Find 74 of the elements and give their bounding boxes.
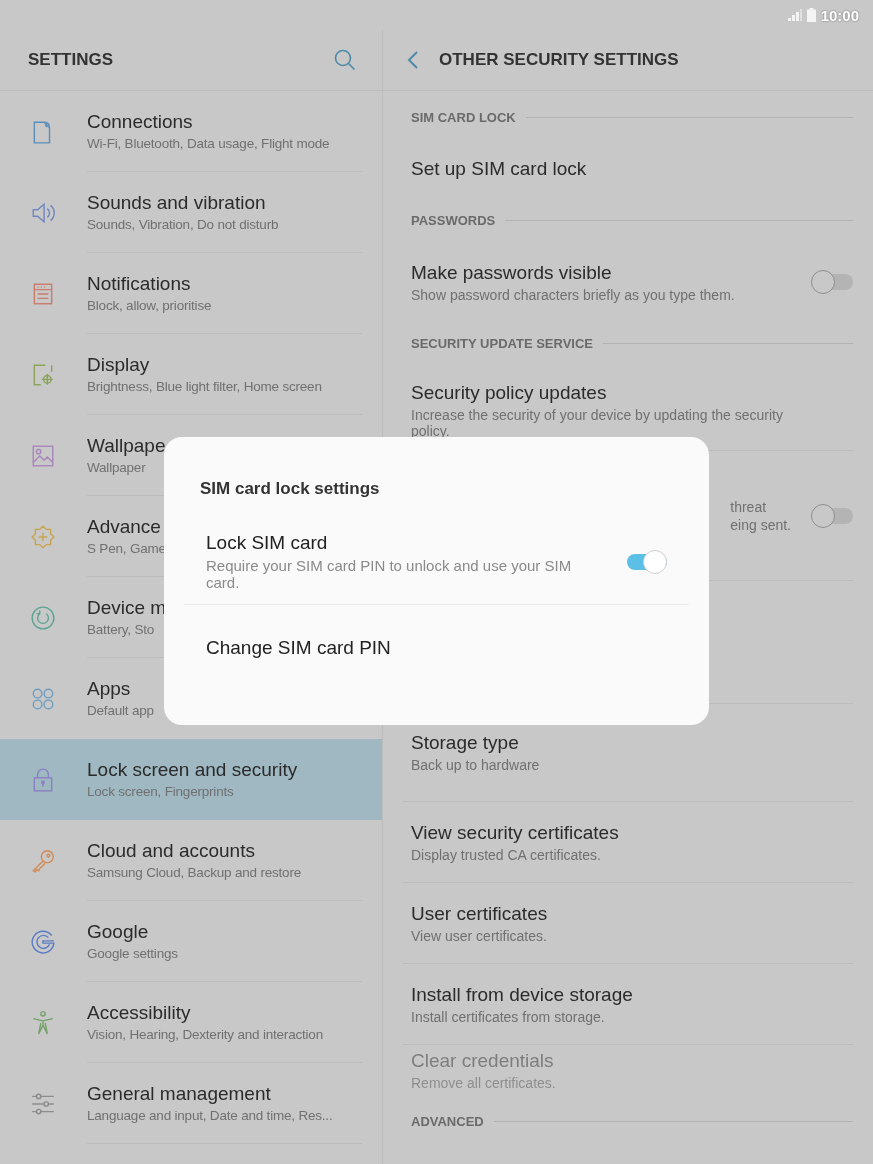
settings-menu-item[interactable]: Google Google settings (0, 901, 382, 982)
gear-icon (30, 523, 56, 550)
section-header: PASSWORDS (411, 213, 496, 228)
item-description: Block, allow, prioritise (87, 298, 212, 313)
item-description: Vision, Hearing, Dexterity and interaction (87, 1027, 323, 1042)
search-icon[interactable] (334, 49, 356, 71)
section-header: ADVANCED (411, 1114, 484, 1129)
item-title: Advance (87, 516, 161, 538)
item-title: Accessibility (87, 1002, 191, 1024)
accessibility-icon (30, 1009, 56, 1036)
setting-description: Increase the security of your device by updating the security policy. (411, 406, 784, 439)
setting-description: eing sent. (730, 516, 791, 533)
item-title: Google (87, 921, 149, 943)
g-letter-icon (30, 928, 56, 955)
item-description: Sounds, Vibration, Do not disturb (87, 217, 279, 232)
item-title: Sounds and vibration (87, 192, 266, 214)
key-icon (30, 847, 56, 874)
settings-menu-item[interactable]: General management Language and input, Date and time, Res... (0, 1063, 382, 1144)
setting-title[interactable]: User certificates (411, 902, 548, 925)
setting-description: View user certificates. (411, 927, 547, 944)
option-title[interactable]: Lock SIM card (206, 532, 328, 554)
item-title: Notifications (87, 273, 191, 295)
back-icon[interactable] (407, 50, 419, 70)
item-description: Google settings (87, 946, 178, 961)
panel-title: OTHER SECURITY SETTINGS (439, 50, 679, 70)
setting-description: Install certificates from storage. (411, 1008, 605, 1025)
section-header: SECURITY UPDATE SERVICE (411, 336, 594, 351)
battery-icon (806, 8, 816, 22)
item-description: Language and input, Date and time, Res... (87, 1108, 333, 1123)
setting-description: Show password characters briefly as you type them. (411, 286, 735, 303)
toggle-switch[interactable] (811, 503, 853, 528)
setting-description: Display trusted CA certificates. (411, 846, 601, 863)
setting-title[interactable]: Install from device storage (411, 983, 633, 1006)
item-description: Default app (87, 703, 154, 718)
option-title[interactable]: Change SIM card PIN (206, 637, 391, 659)
toggle-switch[interactable] (811, 270, 853, 294)
panel-title: SETTINGS (28, 50, 113, 70)
item-title: General management (87, 1083, 271, 1105)
setting-title[interactable]: View security certificates (411, 821, 619, 844)
item-title: Wallpape (87, 435, 166, 457)
item-description: Lock screen, Fingerprints (87, 784, 234, 799)
settings-menu-item[interactable]: Apps Default app (0, 658, 382, 739)
setting-description: Back up to hardware (411, 757, 540, 773)
item-title: Cloud and accounts (87, 840, 255, 862)
setting-title[interactable]: Set up SIM card lock (411, 158, 587, 180)
item-description: S Pen, Game (87, 541, 166, 556)
item-description: Wallpaper (87, 460, 146, 475)
dialog-title: SIM card lock settings (199, 479, 381, 499)
setting-description: threat (730, 498, 767, 515)
section-header: SIM CARD LOCK (411, 110, 516, 125)
setting-description: Remove all certificates. (411, 1074, 556, 1091)
setting-title[interactable]: Make passwords visible (411, 261, 612, 284)
item-title: Connections (87, 111, 193, 133)
item-description: Battery, Sto (87, 622, 155, 637)
settings-menu-item[interactable]: Display Brightness, Blue light filter, Home screen (0, 334, 382, 415)
item-title: Lock screen and security (87, 759, 298, 781)
settings-menu-item[interactable]: Cloud and accounts Samsung Cloud, Backup and restore (0, 820, 382, 901)
setting-title[interactable]: Storage type (411, 732, 519, 754)
signal-icon (787, 9, 802, 21)
option-description: Require your SIM card PIN to unlock and use your SIM card. (206, 557, 573, 591)
item-description: Wi-Fi, Bluetooth, Data usage, Flight mode (87, 136, 330, 151)
settings-menu-item[interactable]: Sounds and vibration Sounds, Vibration, Do not disturb (0, 172, 382, 253)
item-title: Apps (87, 678, 131, 700)
item-description: Samsung Cloud, Backup and restore (87, 865, 302, 880)
settings-menu-item[interactable]: Notifications Block, allow, prioritise (0, 253, 382, 334)
settings-menu-item[interactable]: Lock screen and security Lock screen, Fingerprints (0, 739, 382, 820)
settings-menu-item[interactable]: Connections Wi-Fi, Bluetooth, Data usage, Flight mode (0, 91, 382, 172)
settings-menu-item[interactable]: Accessibility Vision, Hearing, Dexterity and interaction (0, 982, 382, 1063)
item-title: Display (87, 354, 150, 376)
item-description: Brightness, Blue light filter, Home screen (87, 379, 322, 394)
toggle-switch[interactable] (625, 549, 667, 574)
setting-title[interactable]: Security policy updates (411, 381, 607, 404)
setting-title: Clear credentials (411, 1049, 554, 1072)
refresh-icon (30, 604, 56, 631)
